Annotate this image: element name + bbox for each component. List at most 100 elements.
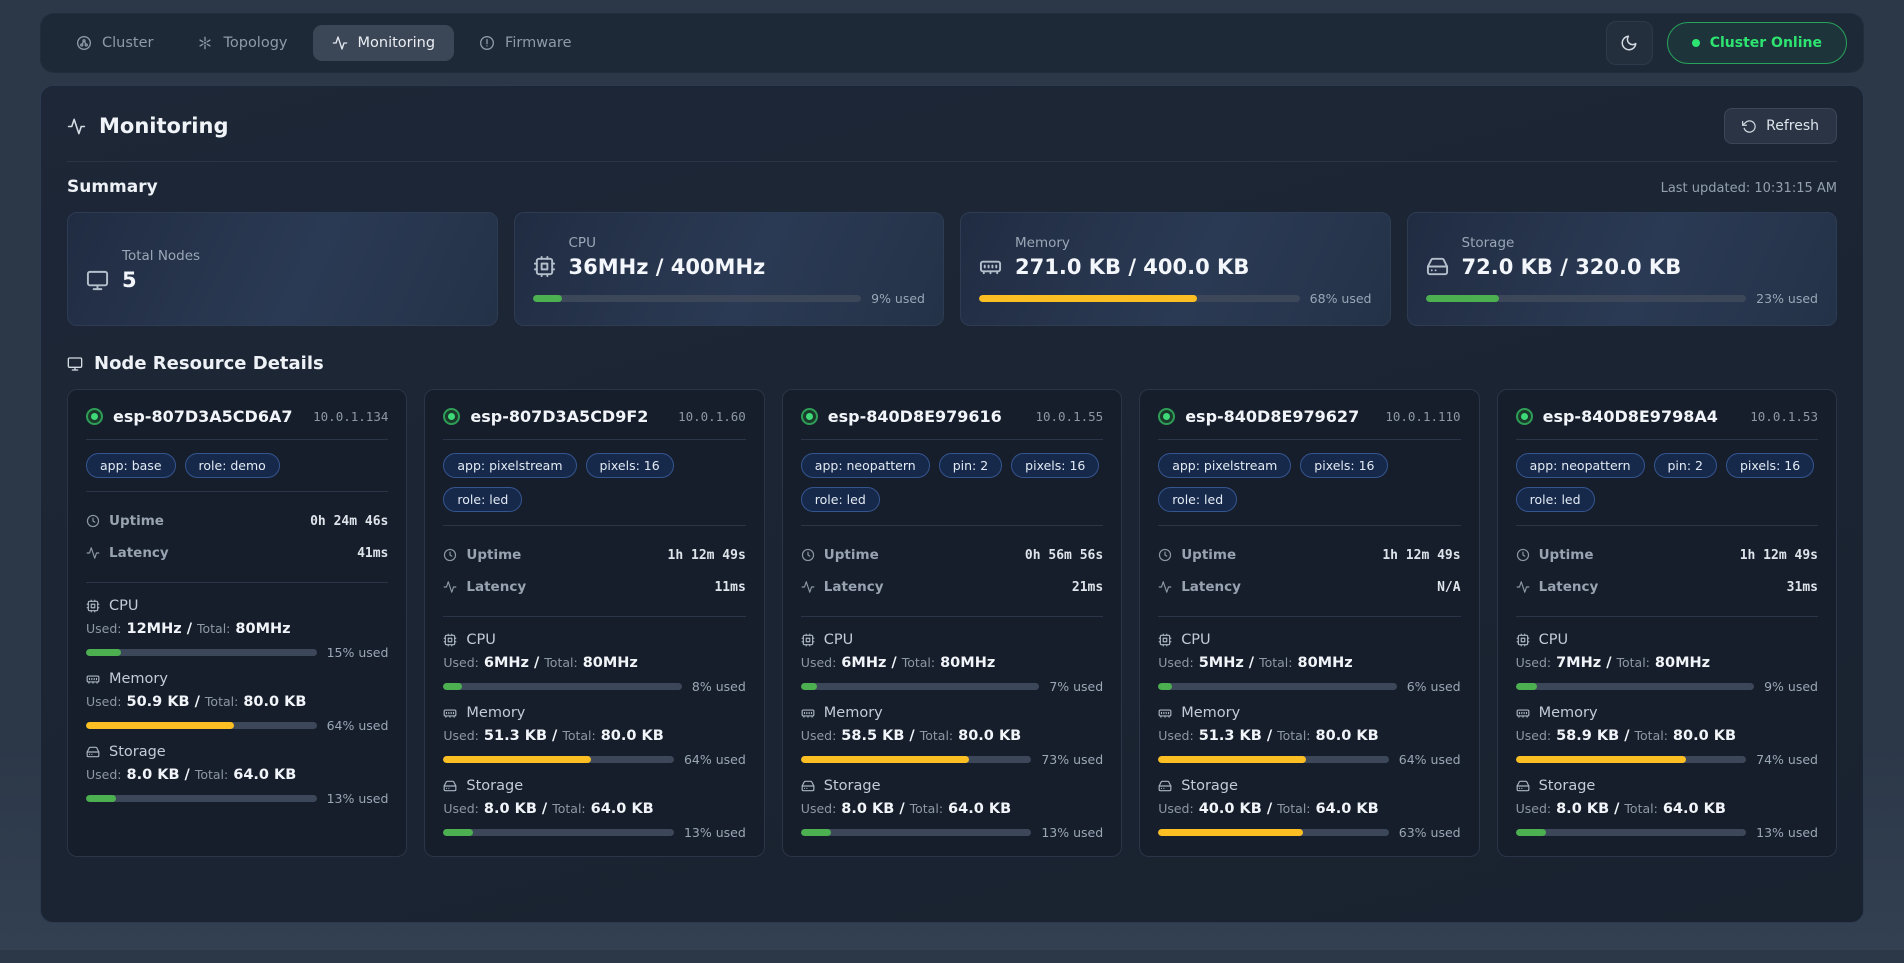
uptime-value: 1h 12m 49s (1382, 548, 1460, 563)
node-ip: 10.0.1.55 (1035, 409, 1103, 424)
progress-track (86, 795, 317, 802)
progress-label: 7% used (1049, 679, 1103, 694)
metric-title: Memory (1539, 705, 1598, 721)
monitor-icon (86, 269, 109, 292)
metric-title: Storage (466, 778, 523, 794)
storage-progress: 13% used (443, 825, 745, 840)
progress-track (1516, 756, 1747, 763)
memory-progress: 74% used (1516, 752, 1818, 767)
metric-values: Used:6MHz/Total:80MHz (801, 655, 1103, 671)
last-updated-text: Last updated: 10:31:15 AM (1661, 181, 1837, 196)
progress-fill (443, 683, 462, 690)
uptime-label: Uptime (109, 513, 164, 529)
metric-values: Used:7MHz/Total:80MHz (1516, 655, 1818, 671)
node-tag: role: led (801, 487, 880, 512)
node-tag: app: pixelstream (443, 453, 576, 478)
progress-fill (801, 829, 831, 836)
metric-values: Used:51.3 KB/Total:80.0 KB (1158, 728, 1460, 744)
summary-card: CPU 36MHz / 400MHz 9% used (514, 212, 945, 326)
metric-title: Storage (1539, 778, 1596, 794)
theme-toggle-button[interactable] (1606, 21, 1653, 65)
activity-icon (1158, 580, 1172, 594)
progress-track (533, 295, 862, 302)
cpu-icon (533, 255, 556, 278)
latency-label: Latency (1181, 579, 1241, 595)
node-tag: pin: 2 (939, 453, 1002, 478)
summary-card-value: 271.0 KB / 400.0 KB (1015, 255, 1249, 279)
activity-icon (86, 546, 100, 560)
progress-track (1516, 829, 1747, 836)
status-dot-icon (1692, 39, 1700, 47)
memory-metric: Memory Used:51.3 KB/Total:80.0 KB 64% us… (1158, 705, 1460, 767)
progress-fill (979, 295, 1197, 302)
storage-icon (86, 745, 100, 759)
memory-icon (1516, 706, 1530, 720)
cpu-metric: CPU Used:12MHz/Total:80MHz 15% used (86, 598, 388, 660)
node-divider (86, 491, 388, 492)
nav-tab-label: Cluster (102, 35, 153, 51)
clock-icon (86, 514, 100, 528)
summary-card-label: CPU (569, 235, 926, 251)
progress-label: 13% used (684, 825, 746, 840)
summary-title: Summary (67, 177, 158, 197)
memory-icon (801, 706, 815, 720)
node-card: esp-840D8E979627 10.0.1.110 app: pixelst… (1139, 389, 1479, 857)
metric-values: Used:8.0 KB/Total:64.0 KB (86, 767, 388, 783)
uptime-row: Uptime 0h 24m 46s (86, 510, 388, 532)
progress-label: 15% used (327, 645, 389, 660)
node-divider (1516, 525, 1818, 526)
uptime-value: 1h 12m 49s (1740, 548, 1818, 563)
nav-tab[interactable]: Monitoring (313, 25, 455, 61)
memory-metric: Memory Used:58.9 KB/Total:80.0 KB 74% us… (1516, 705, 1818, 767)
metric-title: Memory (466, 705, 525, 721)
progress-label: 13% used (327, 791, 389, 806)
node-tag: role: led (1158, 487, 1237, 512)
cluster-status-badge[interactable]: Cluster Online (1667, 22, 1847, 64)
refresh-button[interactable]: Refresh (1724, 108, 1837, 144)
summary-progress: 9% used (533, 291, 926, 306)
summary-card-value: 5 (122, 268, 137, 292)
progress-fill (1158, 756, 1306, 763)
node-tag: app: neopattern (1516, 453, 1645, 478)
node-online-dot (443, 408, 460, 425)
memory-icon (86, 672, 100, 686)
memory-metric: Memory Used:50.9 KB/Total:80.0 KB 64% us… (86, 671, 388, 733)
progress-track (86, 722, 317, 729)
progress-track (801, 683, 1040, 690)
metric-values: Used:58.5 KB/Total:80.0 KB (801, 728, 1103, 744)
cpu-metric: CPU Used:7MHz/Total:80MHz 9% used (1516, 632, 1818, 694)
uptime-row: Uptime 0h 56m 56s (801, 544, 1103, 566)
progress-label: 13% used (1756, 825, 1818, 840)
latency-value: 31ms (1787, 580, 1818, 595)
summary-card: Total Nodes 5 (67, 212, 498, 326)
uptime-value: 0h 24m 46s (310, 514, 388, 529)
node-online-dot (801, 408, 818, 425)
memory-metric: Memory Used:51.3 KB/Total:80.0 KB 64% us… (443, 705, 745, 767)
main-panel: Monitoring Refresh Summary Last updated:… (40, 85, 1864, 923)
storage-progress: 13% used (1516, 825, 1818, 840)
nav-tab[interactable]: Topology (178, 25, 306, 61)
summary-card-label: Memory (1015, 235, 1372, 251)
storage-progress: 63% used (1158, 825, 1460, 840)
metric-values: Used:8.0 KB/Total:64.0 KB (443, 801, 745, 817)
cpu-progress: 15% used (86, 645, 388, 660)
metric-title: Storage (1181, 778, 1238, 794)
metric-title: CPU (824, 632, 853, 648)
progress-track (1158, 756, 1389, 763)
node-details-title: Node Resource Details (67, 353, 1837, 374)
nav-tab[interactable]: Cluster (57, 25, 172, 61)
storage-icon (801, 779, 815, 793)
metric-values: Used:50.9 KB/Total:80.0 KB (86, 694, 388, 710)
uptime-row: Uptime 1h 12m 49s (1158, 544, 1460, 566)
summary-progress: 68% used (979, 291, 1372, 306)
nav-tab[interactable]: Firmware (460, 25, 590, 61)
cpu-icon (86, 599, 100, 613)
nav-tabs: Cluster Topology Monitoring Firmware (57, 25, 591, 61)
latency-value: 21ms (1072, 580, 1103, 595)
progress-fill (86, 649, 121, 656)
memory-progress: 64% used (1158, 752, 1460, 767)
summary-card-label: Storage (1462, 235, 1819, 251)
node-tags: app: pixelstreampixels: 16role: led (443, 453, 745, 512)
uptime-row: Uptime 1h 12m 49s (443, 544, 745, 566)
progress-label: 63% used (1399, 825, 1461, 840)
